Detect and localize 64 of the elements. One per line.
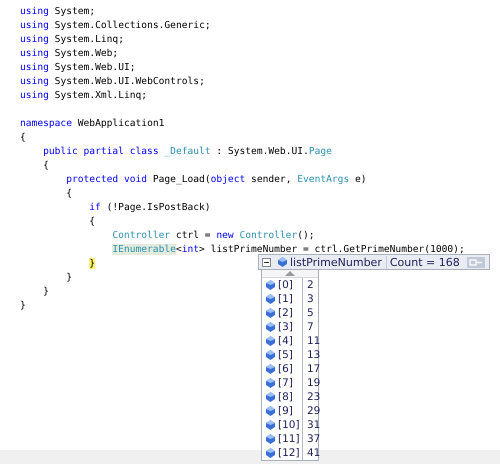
field-icon <box>266 434 275 444</box>
field-icon <box>266 336 275 346</box>
field-icon <box>266 420 275 430</box>
code-line: using System.Web.UI; <box>20 62 136 73</box>
field-icon <box>266 322 275 332</box>
field-icon <box>278 257 287 267</box>
item-index: [9] <box>278 405 293 417</box>
item-value: 5 <box>306 307 314 319</box>
field-icon <box>266 308 275 318</box>
item-index: [12] <box>278 447 300 459</box>
item-value: 29 <box>306 405 320 417</box>
code-line: using System.Linq; <box>20 34 124 45</box>
item-index: [11] <box>278 433 300 445</box>
code-line: { <box>89 216 96 227</box>
code-line: Controller ctrl = new Controller(); <box>112 230 315 241</box>
code-line: } <box>20 300 26 311</box>
item-value: 37 <box>306 433 320 445</box>
code-line: using System; <box>20 6 96 17</box>
item-value: 23 <box>306 391 320 403</box>
item-index: [2] <box>278 307 293 319</box>
item-index: [5] <box>278 349 293 361</box>
code-line: } <box>66 272 72 283</box>
item-value: 7 <box>306 321 314 333</box>
item-index: [8] <box>278 391 293 403</box>
field-icon <box>266 378 275 388</box>
item-index: [1] <box>278 293 293 305</box>
item-value: 3 <box>306 293 314 305</box>
field-icon <box>266 364 275 374</box>
item-index: [3] <box>278 321 293 333</box>
code-line: } <box>43 286 49 297</box>
code-line: namespace WebApplication1 <box>20 118 164 129</box>
item-index: [10] <box>278 419 300 431</box>
field-icon <box>266 280 275 290</box>
code-line: { <box>66 188 72 199</box>
code-line: public partial class _Default : System.Web.UI.Page <box>43 146 332 157</box>
code-line: if (!Page.IsPostBack) <box>89 202 211 213</box>
item-value: 13 <box>306 349 320 361</box>
variable-value: Count = 168 <box>390 256 460 268</box>
item-value: 11 <box>306 335 320 347</box>
item-index: [4] <box>278 335 293 347</box>
field-icon <box>266 392 275 402</box>
item-index: [6] <box>278 363 293 375</box>
code-line: { <box>43 160 49 171</box>
item-index: [0] <box>278 279 293 291</box>
item-value: 2 <box>306 279 314 291</box>
item-value: 41 <box>306 447 320 459</box>
item-value: 19 <box>306 377 320 389</box>
code-line: IEnumerable<int> listPrimeNumber = ctrl.GetPrimeNumber(1000); <box>112 244 465 255</box>
field-icon <box>266 294 275 304</box>
item-value: 31 <box>306 419 320 431</box>
item-index: [7] <box>278 377 293 389</box>
field-icon <box>266 350 275 360</box>
collapse-toggle[interactable] <box>262 258 271 266</box>
code-line: { <box>20 132 26 143</box>
field-icon <box>266 448 275 458</box>
field-icon <box>266 406 275 416</box>
code-line: using System.Web.UI.WebControls; <box>20 76 205 87</box>
code-line: using System.Web; <box>20 48 118 59</box>
variable-name: listPrimeNumber <box>290 256 387 268</box>
item-value: 17 <box>306 363 320 375</box>
code-line: using System.Collections.Generic; <box>20 20 211 31</box>
pin-icon[interactable] <box>466 256 485 268</box>
code-line: protected void Page_Load(object sender, EventArgs e) <box>66 174 367 185</box>
code-line: using System.Xml.Linq; <box>20 90 148 101</box>
